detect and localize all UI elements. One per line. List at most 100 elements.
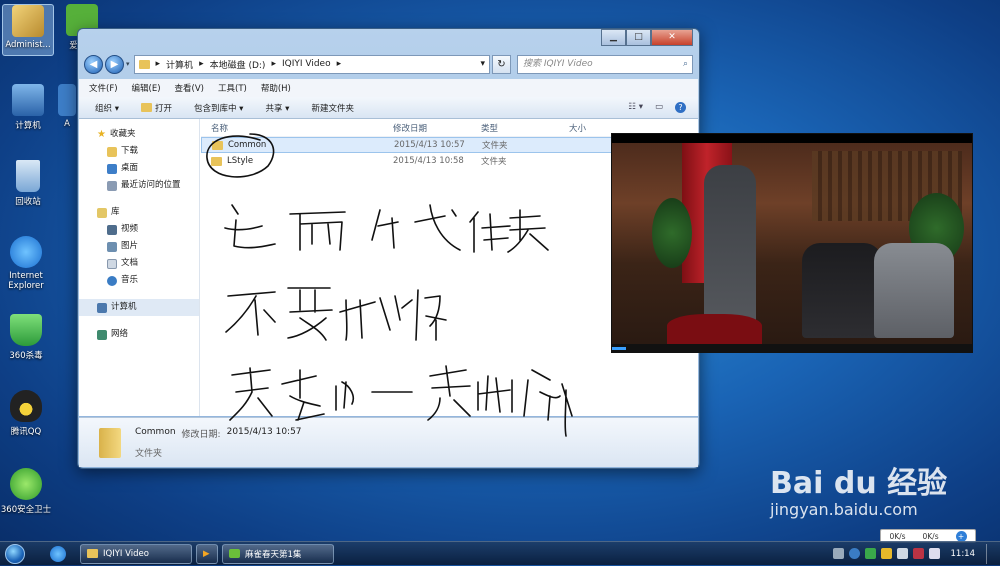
minimize-button[interactable]: ▁	[601, 29, 626, 46]
breadcrumb-item[interactable]: IQIYI Video	[282, 59, 331, 69]
file-name: LStyle	[227, 156, 253, 166]
file-date: 2015/4/13 10:58	[393, 156, 481, 166]
shield-icon	[10, 314, 42, 346]
download-folder-icon	[107, 147, 117, 157]
breadcrumb-separator-icon: ▸	[156, 59, 161, 69]
volume-icon[interactable]	[929, 548, 940, 559]
address-dropdown-icon[interactable]: ▾	[480, 59, 485, 69]
nav-downloads[interactable]: 下载	[79, 143, 199, 160]
details-name: Common	[135, 427, 176, 440]
details-text: Common 修改日期: 2015/4/13 10:57 文件夹	[135, 427, 302, 459]
view-options-icon[interactable]: ☷ ▾	[628, 102, 643, 113]
help-icon[interactable]: ?	[675, 102, 686, 113]
desktop-icon-label: Administ...	[5, 40, 50, 50]
ie-taskbar-icon[interactable]	[50, 546, 66, 562]
nav-videos[interactable]: 视频	[79, 221, 199, 238]
music-note-icon	[107, 276, 117, 286]
menu-view[interactable]: 查看(V)	[175, 82, 204, 94]
menu-tools[interactable]: 工具(T)	[218, 82, 247, 94]
share-button[interactable]: 共享 ▾	[265, 102, 289, 114]
file-date: 2015/4/13 10:57	[394, 140, 482, 150]
nav-documents[interactable]: 文档	[79, 255, 199, 272]
breadcrumb-item[interactable]: 本地磁盘 (D:)	[210, 58, 266, 71]
nav-pictures[interactable]: 图片	[79, 238, 199, 255]
video-frame	[612, 143, 972, 344]
close-button[interactable]: ✕	[651, 29, 693, 46]
nav-computer[interactable]: 计算机	[79, 299, 199, 316]
forward-button[interactable]: ▶	[105, 55, 124, 74]
menu-file[interactable]: 文件(F)	[89, 82, 118, 94]
document-library-icon	[107, 259, 117, 269]
breadcrumb-separator-icon: ▸	[271, 59, 276, 69]
video-app-icon	[229, 549, 240, 558]
history-dropdown-icon[interactable]: ▾	[126, 60, 130, 68]
desktop-icon-internet-explorer[interactable]: Internet Explorer	[0, 236, 52, 291]
taskbar-button-explorer[interactable]: IQIYI Video	[80, 544, 192, 564]
preview-pane-icon[interactable]: ▭	[655, 102, 663, 113]
desktop-icon-360-antivirus[interactable]: 360杀毒	[0, 314, 52, 361]
nav-label: 最近访问的位置	[121, 177, 181, 194]
antivirus-tray-icon[interactable]	[849, 548, 860, 559]
search-icon[interactable]: ⌕	[683, 56, 688, 73]
new-folder-button[interactable]: 新建文件夹	[311, 102, 354, 114]
system-tray: 11:14	[833, 544, 1000, 564]
menu-help[interactable]: 帮助(H)	[261, 82, 291, 94]
maximize-button[interactable]: □	[626, 29, 651, 46]
nav-libraries[interactable]: 库	[79, 204, 199, 221]
windows-logo-icon	[5, 544, 25, 564]
column-size[interactable]: 大小	[569, 122, 629, 134]
column-name[interactable]: 名称	[201, 122, 393, 134]
view-controls: ☷ ▾ ▭ ?	[628, 102, 686, 113]
nav-favorites[interactable]: ★ 收藏夹	[79, 126, 199, 143]
video-progress-bar[interactable]	[612, 344, 972, 352]
nav-music[interactable]: 音乐	[79, 272, 199, 289]
security-tray-icon[interactable]	[865, 548, 876, 559]
download-speed: 0K/s	[889, 532, 905, 541]
details-type: 文件夹	[135, 446, 302, 459]
folder-icon	[212, 141, 223, 150]
app-tray-icon[interactable]	[913, 548, 924, 559]
show-desktop-button[interactable]	[986, 544, 994, 564]
clock[interactable]: 11:14	[951, 549, 976, 559]
plus-icon[interactable]: +	[956, 531, 967, 542]
desktop-icon-360-safeguard[interactable]: 360安全卫士	[0, 468, 52, 515]
nav-label: 桌面	[121, 160, 138, 177]
nav-label: 视频	[121, 221, 138, 238]
video-player[interactable]	[611, 133, 973, 353]
column-type[interactable]: 类型	[481, 122, 569, 134]
nav-recent-places[interactable]: 最近访问的位置	[79, 177, 199, 194]
search-input[interactable]: 搜索 IQIYI Video ⌕	[517, 55, 693, 74]
shield-tray-icon[interactable]	[881, 548, 892, 559]
desktop-icon-label: 计算机	[15, 121, 41, 131]
desktop-icon-qq[interactable]: 腾讯QQ	[0, 390, 52, 437]
wifi-tray-icon[interactable]	[897, 548, 908, 559]
desktop-icon-computer[interactable]: 计算机	[2, 84, 54, 131]
organize-button[interactable]: 组织 ▾	[95, 102, 119, 114]
desktop-icon-recycle-bin[interactable]: 回收站	[2, 160, 54, 207]
column-date[interactable]: 修改日期	[393, 122, 481, 134]
desktop-icon-administrator[interactable]: Administ...	[2, 4, 54, 56]
open-button[interactable]: 打开	[141, 102, 172, 114]
network-tray-icon[interactable]	[833, 548, 844, 559]
seated-man-center	[802, 243, 882, 338]
taskbar-button-video[interactable]: 麻雀春天第1集	[222, 544, 334, 564]
nav-label: 计算机	[111, 299, 137, 316]
taskbar-button-label: 麻雀春天第1集	[245, 548, 301, 560]
taskbar-button-label: IQIYI Video	[103, 549, 149, 559]
back-button[interactable]: ◀	[84, 55, 103, 74]
include-in-library-button[interactable]: 包含到库中 ▾	[194, 102, 243, 114]
menu-edit[interactable]: 编辑(E)	[132, 82, 161, 94]
refresh-button[interactable]: ↻	[492, 55, 511, 74]
recent-places-icon	[107, 181, 117, 191]
desktop-icon-partial[interactable]: A	[56, 84, 78, 129]
start-button[interactable]	[0, 542, 30, 566]
standing-man	[704, 165, 756, 335]
nav-network[interactable]: 网络	[79, 326, 199, 343]
breadcrumb-item[interactable]: 计算机	[166, 58, 193, 71]
nav-desktop[interactable]: 桌面	[79, 160, 199, 177]
nav-label: 网络	[111, 326, 128, 343]
desktop-icon-label: 360安全卫士	[1, 505, 51, 515]
address-bar[interactable]: ▸ 计算机 ▸ 本地磁盘 (D:) ▸ IQIYI Video ▸ ▾	[134, 55, 490, 74]
video-progress-fill	[612, 347, 626, 350]
taskbar-button-player[interactable]: ▶	[196, 544, 218, 564]
